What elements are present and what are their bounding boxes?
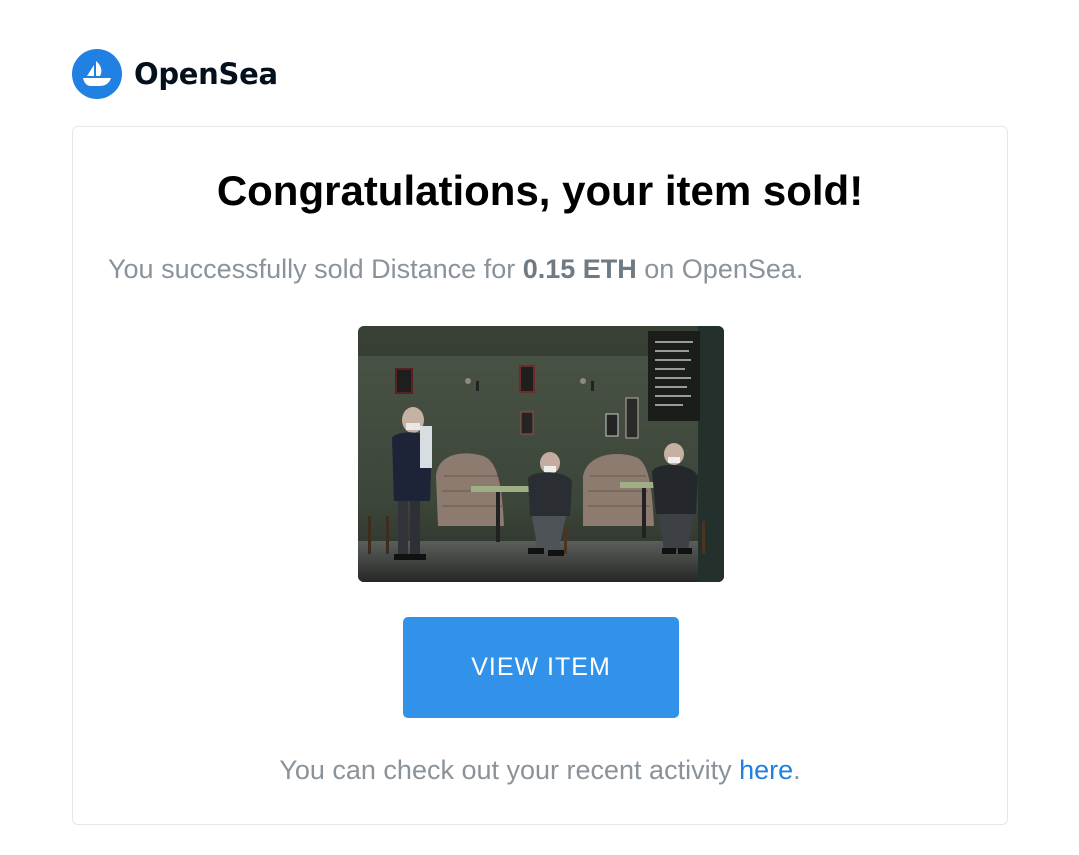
recent-activity-suffix: . [793, 755, 801, 785]
recent-activity-note: You can check out your recent activity h… [73, 755, 1007, 786]
email-header: OpenSea [72, 48, 278, 100]
sale-summary: You successfully sold Distance for 0.15 … [108, 254, 803, 285]
view-item-button[interactable]: VIEW ITEM [403, 617, 679, 718]
opensea-logo-icon [72, 49, 122, 99]
page-title: Congratulations, your item sold! [216, 167, 864, 214]
sale-price: 0.15 ETH [522, 254, 637, 284]
sale-summary-suffix: on OpenSea. [636, 254, 804, 284]
brand-name: OpenSea [134, 57, 278, 91]
recent-activity-prefix: You can check out your recent activity [279, 755, 740, 785]
notification-card: Congratulations, your item sold! You suc… [72, 126, 1008, 825]
item-image[interactable] [358, 326, 724, 582]
recent-activity-link[interactable]: here [739, 755, 793, 785]
sale-summary-prefix: You successfully sold Distance for [108, 254, 523, 284]
item-photo [358, 326, 724, 582]
